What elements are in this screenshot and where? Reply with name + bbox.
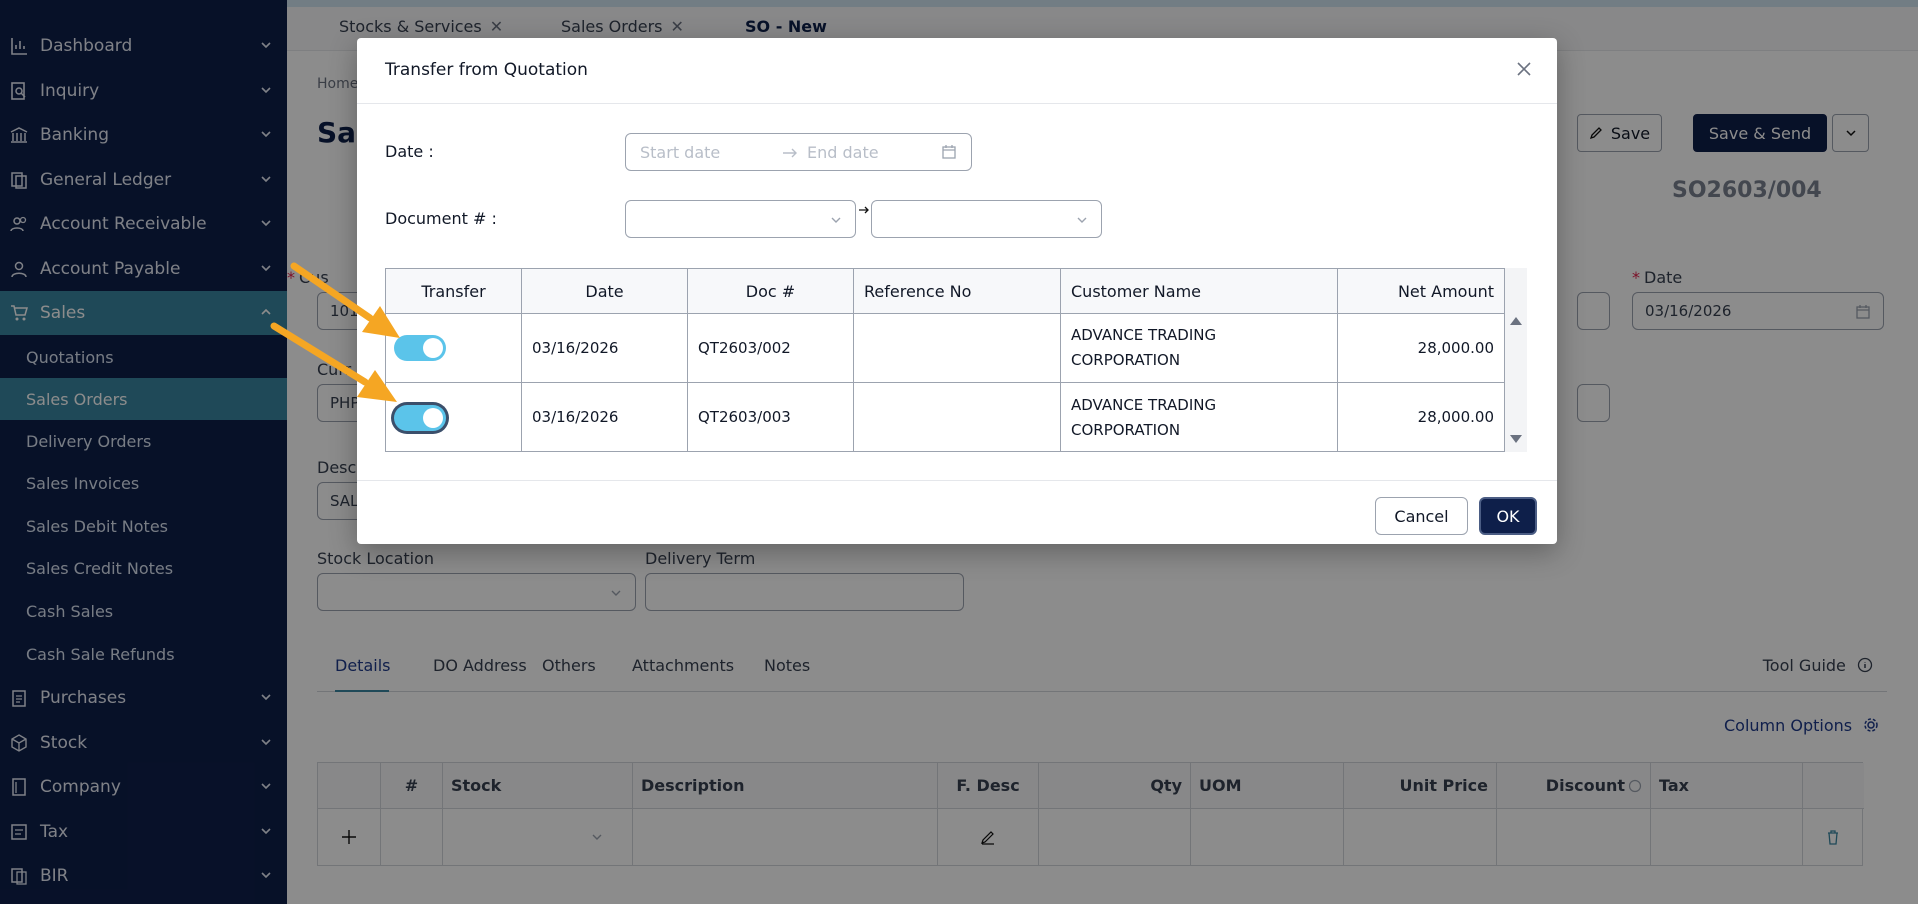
reference-cell	[854, 314, 1061, 383]
arrow-right-icon	[859, 206, 869, 214]
column-header-doc: Doc #	[688, 269, 854, 314]
customer-name-line: ADVANCE TRADING	[1071, 395, 1217, 414]
transfer-cell	[386, 314, 522, 383]
close-icon[interactable]	[1513, 58, 1535, 80]
start-date-input[interactable]: Start date	[640, 143, 720, 162]
reference-cell	[854, 383, 1061, 452]
column-header-reference: Reference No	[854, 269, 1061, 314]
calendar-icon	[942, 145, 956, 159]
scroll-down-icon[interactable]	[1509, 434, 1523, 444]
chevron-down-icon	[831, 217, 841, 223]
date-range-picker[interactable]: Start date End date	[625, 133, 972, 171]
dialog-header: Transfer from Quotation	[357, 38, 1557, 104]
quotation-table: Transfer Date Doc # Reference No Custome…	[385, 268, 1505, 452]
arrow-right-icon	[783, 148, 797, 158]
transfer-toggle[interactable]	[394, 335, 446, 361]
table-scrollbar[interactable]	[1505, 268, 1527, 452]
doc-cell: QT2603/003	[688, 383, 854, 452]
column-header-date: Date	[522, 269, 688, 314]
toggle-knob	[423, 338, 443, 358]
customer-name-line: ADVANCE TRADING	[1071, 326, 1217, 344]
transfer-cell	[386, 383, 522, 452]
doc-cell: QT2603/002	[688, 314, 854, 383]
document-number-label: Document # :	[385, 209, 497, 228]
date-cell: 03/16/2026	[522, 383, 688, 452]
net-amount-cell: 28,000.00	[1338, 314, 1504, 383]
customer-cell: ADVANCE TRADING CORPORATION	[1061, 314, 1338, 383]
toggle-knob	[423, 408, 443, 428]
transfer-from-quotation-dialog: Transfer from Quotation Date : Start dat…	[357, 38, 1557, 544]
chevron-down-icon	[1077, 217, 1087, 223]
scroll-up-icon[interactable]	[1509, 316, 1523, 326]
customer-name-line: CORPORATION	[1071, 420, 1181, 439]
date-cell: 03/16/2026	[522, 314, 688, 383]
customer-cell: ADVANCE TRADING CORPORATION	[1061, 383, 1338, 452]
column-header-net-amount: Net Amount	[1338, 269, 1504, 314]
ok-button[interactable]: OK	[1479, 497, 1537, 535]
dialog-title: Transfer from Quotation	[385, 60, 588, 80]
customer-name-line: CORPORATION	[1071, 351, 1181, 369]
net-amount-cell: 28,000.00	[1417, 408, 1494, 426]
cancel-button[interactable]: Cancel	[1375, 497, 1468, 535]
document-to-select[interactable]	[871, 200, 1102, 238]
date-filter-label: Date :	[385, 142, 434, 161]
dialog-footer: Cancel OK	[357, 480, 1557, 544]
document-from-select[interactable]	[625, 200, 856, 238]
end-date-input[interactable]: End date	[807, 143, 879, 162]
column-header-customer: Customer Name	[1061, 269, 1338, 314]
transfer-toggle[interactable]	[394, 405, 446, 431]
column-header-transfer: Transfer	[386, 269, 522, 314]
